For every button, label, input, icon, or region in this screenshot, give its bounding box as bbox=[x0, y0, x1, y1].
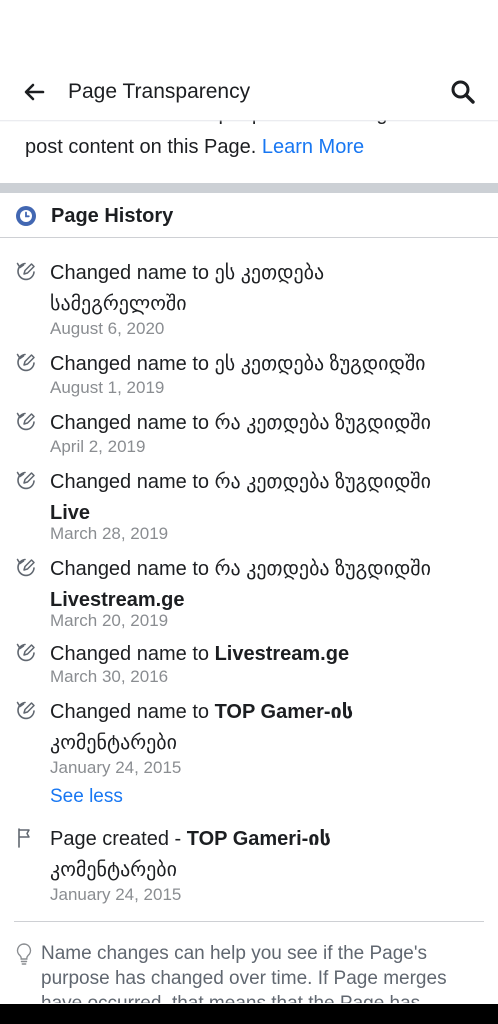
search-button[interactable] bbox=[448, 77, 478, 107]
clock-icon bbox=[16, 206, 36, 226]
system-navigation-bar bbox=[0, 1004, 498, 1024]
edit-cycle-icon bbox=[16, 701, 35, 720]
entry-name-cont: Livestream.ge bbox=[50, 589, 185, 611]
page-history-header: Page History bbox=[0, 193, 498, 239]
entry-date: August 6, 2020 bbox=[50, 319, 165, 338]
entry-text: Changed name to ეს კეთდება სამეგრელოში bbox=[50, 258, 480, 320]
entry-prefix: Changed name to bbox=[50, 353, 215, 375]
edit-cycle-icon bbox=[16, 643, 35, 662]
entry-prefix: Changed name to bbox=[50, 701, 215, 723]
entry-text: Changed name to რა კეთდება ზუგდიდში bbox=[50, 408, 480, 439]
entry-name: რა კეთდება ზუგდიდში bbox=[214, 412, 431, 434]
see-less-link[interactable]: See less bbox=[50, 786, 123, 808]
section-title: Page History bbox=[51, 205, 174, 227]
entry-name: TOP Gameri-ის bbox=[186, 828, 331, 850]
edit-cycle-icon bbox=[16, 558, 35, 577]
entry-name: Livestream.ge bbox=[214, 643, 350, 665]
lightbulb-icon bbox=[16, 943, 32, 965]
entry-date: April 2, 2019 bbox=[50, 437, 146, 456]
entry-prefix: Changed name to bbox=[50, 558, 215, 580]
search-icon bbox=[451, 80, 475, 104]
entry-name: რა კეთდება ზუგდიდში bbox=[214, 558, 431, 580]
entry-name-cont: კომენტარები bbox=[50, 859, 178, 881]
entry-name: TOP Gamer-ის bbox=[214, 701, 354, 723]
entry-prefix: Changed name to bbox=[50, 643, 215, 665]
back-button[interactable] bbox=[20, 78, 48, 106]
flag-icon bbox=[18, 828, 30, 848]
intro-text: post content on this Page. Learn More bbox=[25, 133, 364, 161]
section-divider bbox=[0, 183, 498, 193]
intro-text-body: post content on this Page. bbox=[25, 136, 257, 158]
entry-name: რა კეთდება ზუგდიდში bbox=[214, 471, 431, 493]
entry-name-cont: Live bbox=[50, 502, 91, 524]
page-title: Page Transparency bbox=[68, 80, 251, 103]
entry-text: Changed name to Livestream.ge bbox=[50, 639, 480, 670]
entry-text: Changed name to რა კეთდება ზუგდიდში Live bbox=[50, 467, 480, 529]
header-shadow bbox=[0, 120, 498, 122]
entry-text: Changed name to TOP Gamer-ის კომენტარები bbox=[50, 697, 480, 759]
entry-date: March 30, 2016 bbox=[50, 667, 169, 686]
divider bbox=[0, 237, 498, 238]
entry-date: March 28, 2019 bbox=[50, 524, 169, 543]
divider bbox=[14, 921, 484, 922]
entry-text: Changed name to ეს კეთდება ზუგდიდში bbox=[50, 349, 480, 380]
edit-cycle-icon bbox=[16, 471, 35, 490]
arrow-left-icon bbox=[24, 83, 45, 101]
edit-cycle-icon bbox=[16, 353, 35, 372]
entry-date: March 20, 2019 bbox=[50, 611, 169, 630]
entry-name: ეს კეთდება bbox=[214, 262, 325, 284]
entry-name-cont: კომენტარები bbox=[50, 732, 178, 754]
entry-prefix: Changed name to bbox=[50, 262, 215, 284]
entry-prefix: Page created - bbox=[50, 828, 187, 850]
entry-text: Changed name to რა კეთდება ზუგდიდში Live… bbox=[50, 554, 480, 616]
entry-date: January 24, 2015 bbox=[50, 885, 182, 904]
learn-more-link[interactable]: Learn More bbox=[262, 136, 364, 158]
entry-name: ეს კეთდება ზუგდიდში bbox=[214, 353, 426, 375]
entry-text: Page created - TOP Gameri-ის კომენტარები bbox=[50, 824, 480, 886]
entry-prefix: Changed name to bbox=[50, 412, 215, 434]
entry-name-cont: სამეგრელოში bbox=[50, 293, 187, 315]
entry-prefix: Changed name to bbox=[50, 471, 215, 493]
entry-date: August 1, 2019 bbox=[50, 378, 165, 397]
entry-date: January 24, 2015 bbox=[50, 758, 182, 777]
edit-cycle-icon bbox=[16, 262, 35, 281]
top-app-bar: Page Transparency bbox=[0, 0, 498, 120]
edit-cycle-icon bbox=[16, 412, 35, 431]
name-change-note: Name changes can help you see if the Pag… bbox=[41, 943, 447, 1003]
